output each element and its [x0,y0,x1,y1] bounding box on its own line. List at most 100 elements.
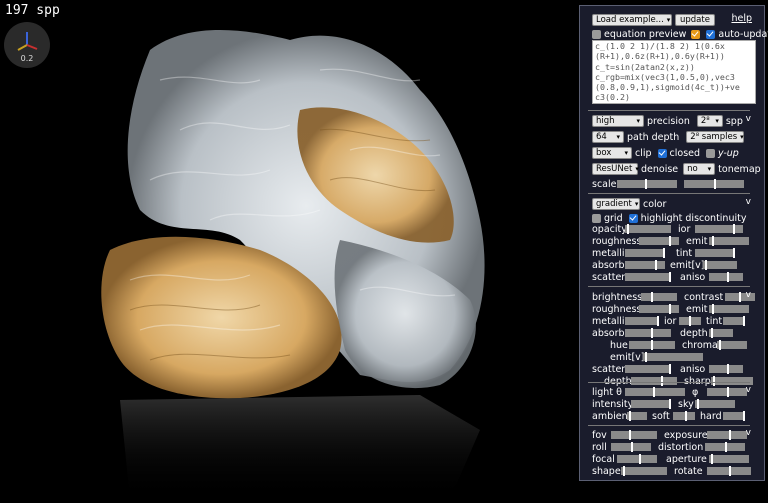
slider-thumb[interactable] [729,466,731,476]
focal-slider[interactable] [617,454,657,464]
slider-thumb[interactable] [727,272,729,282]
slider-thumb[interactable] [639,454,641,464]
slider-thumb[interactable] [629,411,631,421]
slider-thumb[interactable] [727,364,729,374]
sky-slider[interactable] [695,399,735,409]
emit-slider[interactable] [709,236,749,246]
aperture-slider[interactable] [709,454,749,464]
collapse-render-icon[interactable]: v [746,114,751,124]
slider-thumb[interactable] [657,316,659,326]
opacity-slider[interactable] [625,224,671,234]
collapse-light-icon[interactable]: v [746,385,751,395]
slider-thumb[interactable] [685,411,687,421]
slider-thumb[interactable] [697,399,699,409]
y-up-checkbox[interactable] [706,148,716,158]
scatter-slider[interactable] [625,272,671,282]
exposure-slider[interactable] [707,430,747,440]
spp-select[interactable]: 2⁸ ▾ [696,115,723,127]
samples-select[interactable]: 2⁸ samples ▾ [686,131,745,143]
slider-thumb[interactable] [714,179,716,189]
load-example-select[interactable]: Load example... ▾ [592,14,672,26]
update-button[interactable]: update [675,14,715,26]
slider-thumb[interactable] [727,387,729,397]
ior2-slider[interactable] [679,316,701,326]
collapse-camera-icon[interactable]: v [746,428,751,438]
collapse-material-icon[interactable]: v [746,197,751,207]
absorb2-slider[interactable] [625,328,671,338]
metallic-slider[interactable] [625,248,665,258]
slider-thumb[interactable] [669,236,671,246]
slider-thumb[interactable] [669,399,671,409]
slider-thumb[interactable] [669,272,671,282]
slider-thumb[interactable] [743,411,745,421]
path-depth-select[interactable]: 64 ▾ [592,131,624,143]
slider-thumb[interactable] [669,304,671,314]
tint-slider[interactable] [695,248,735,258]
slider-thumb[interactable] [725,442,727,452]
axis-gizmo[interactable]: 0.2 [4,22,50,68]
equation-editor[interactable]: c_(1.0 2 1)/(1.8 2) 1(0.6x (R+1),0.6z(R+1… [592,40,756,104]
roughness-slider[interactable] [639,236,679,246]
slider-thumb[interactable] [743,316,745,326]
tint2-slider[interactable] [723,316,745,326]
slider-thumb[interactable] [627,224,629,234]
rotate-slider[interactable] [707,466,751,476]
slider-thumb[interactable] [655,260,657,270]
emit-v-slider[interactable] [703,260,737,270]
ior-slider[interactable] [695,224,743,234]
collapse-adjust-icon[interactable]: v [746,290,751,300]
hard-slider[interactable] [723,411,745,421]
brightness-slider[interactable] [641,292,677,302]
chroma-slider[interactable] [717,340,747,350]
light-theta-slider[interactable] [625,387,685,397]
depth2-slider[interactable] [631,376,677,386]
denoise-select[interactable]: ResUNet ▾ [592,163,639,175]
slider-thumb[interactable] [711,328,713,338]
clip-select[interactable]: box ▾ [592,147,632,159]
metallic2-slider[interactable] [625,316,659,326]
intensity-slider[interactable] [631,399,671,409]
equation-preview-checkbox[interactable] [592,29,601,39]
hue-slider[interactable] [629,340,675,350]
slider-thumb[interactable] [739,292,741,302]
closed-checkbox[interactable] [657,148,667,158]
ambient-slider[interactable] [627,411,647,421]
slider-thumb[interactable] [629,430,631,440]
slider-thumb[interactable] [729,430,731,440]
emit2-slider[interactable] [709,304,749,314]
fov-slider[interactable] [611,430,657,440]
precision-select[interactable]: high ▾ [592,115,644,127]
absorb-slider[interactable] [625,260,665,270]
slider-thumb[interactable] [651,340,653,350]
light-phi-slider[interactable] [707,387,747,397]
slider-thumb[interactable] [669,364,671,374]
auto-update-checkbox[interactable] [706,29,716,39]
slider-thumb[interactable] [663,248,665,258]
scale-slider-2[interactable] [684,179,744,189]
color-mode-select[interactable]: gradient ▾ [592,198,640,210]
aniso2-slider[interactable] [709,364,743,374]
slider-thumb[interactable] [712,304,714,314]
slider-thumb[interactable] [651,292,653,302]
sharp-slider[interactable] [711,376,753,386]
slider-thumb[interactable] [631,442,633,452]
render-viewport[interactable] [90,10,490,499]
slider-thumb[interactable] [623,466,625,476]
equation-preview-toggle-checkbox[interactable] [691,29,701,39]
soft-slider[interactable] [673,411,695,421]
slider-thumb[interactable] [711,454,713,464]
slider-thumb[interactable] [705,260,707,270]
scatter2-slider[interactable] [625,364,671,374]
slider-thumb[interactable] [733,224,735,234]
slider-thumb[interactable] [645,352,647,362]
slider-thumb[interactable] [645,179,647,189]
shape-slider[interactable] [621,466,667,476]
aniso-slider[interactable] [709,272,743,282]
roll-slider[interactable] [611,442,651,452]
slider-thumb[interactable] [712,236,714,246]
slider-thumb[interactable] [653,387,655,397]
distortion-slider[interactable] [705,442,745,452]
tonemap-select[interactable]: no ▾ [683,163,716,175]
scale-slider[interactable] [617,179,677,189]
slider-thumb[interactable] [651,328,653,338]
